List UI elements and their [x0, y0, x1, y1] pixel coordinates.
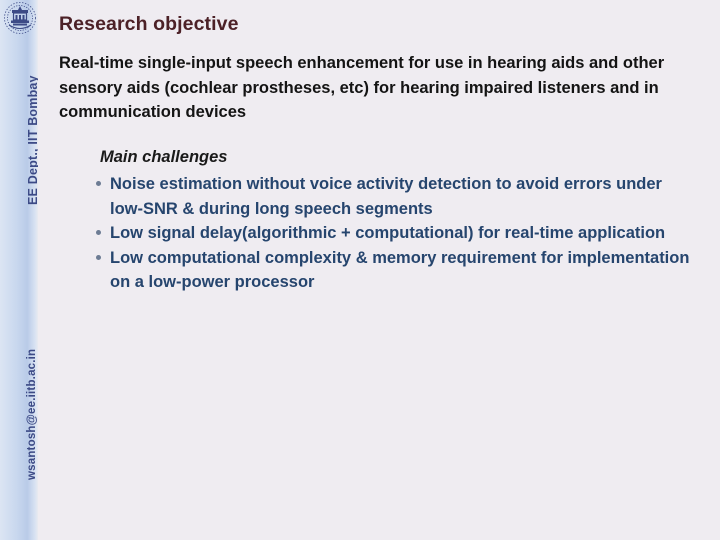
bullet-dot-icon: [96, 181, 101, 186]
bullet-dot-icon: [96, 254, 101, 260]
page-title: Research objective: [59, 13, 239, 35]
objective-paragraph: Real-time single-input speech enhancemen…: [59, 54, 665, 121]
list-item-label: Low signal delay(algorithmic + computati…: [110, 224, 666, 242]
slide-content: Research objective Real-time single-inpu…: [38, 0, 720, 540]
challenges-bullet-list: Noise estimation without voice activity …: [68, 172, 693, 295]
bullet-dot-icon: [96, 230, 101, 235]
main-challenges-heading: Main challenges: [100, 148, 228, 166]
list-item: Noise estimation without voice activity …: [68, 172, 693, 221]
iit-bombay-emblem-icon: [3, 1, 37, 37]
sidebar-email-label: wsantosh@ee.iitb.ac.in: [26, 348, 38, 480]
slide-canvas: EE Dept., IIT Bombay wsantosh@ee.iitb.ac…: [0, 0, 720, 540]
list-item: Low signal delay(algorithmic + computati…: [68, 221, 693, 246]
slide-navigation-bar: 1. Intro. 2. Speech Enhan. 3. Offline In…: [0, 492, 720, 540]
list-item-label: Low computational complexity & memory re…: [110, 248, 690, 292]
list-item-label: Noise estimation without voice activity …: [110, 175, 662, 218]
left-sidebar: EE Dept., IIT Bombay wsantosh@ee.iitb.ac…: [0, 0, 40, 540]
list-item: Low computational complexity & memory re…: [68, 246, 693, 295]
